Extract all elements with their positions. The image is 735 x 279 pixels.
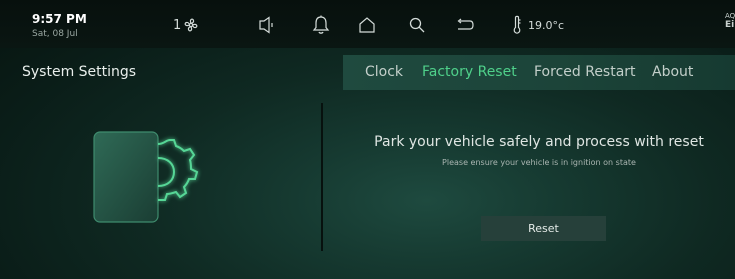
temperature-control[interactable]: 19.0°c — [512, 14, 564, 36]
clock-time: 9:57 PM — [32, 12, 87, 26]
tab-about[interactable]: About — [652, 64, 693, 80]
reset-illustration — [90, 126, 215, 230]
aqi-value: Ei — [725, 20, 735, 30]
reset-heading: Park your vehicle safely and process wit… — [374, 134, 704, 150]
notifications-button[interactable] — [312, 14, 330, 36]
clock-date: Sat, 08 Jul — [32, 29, 78, 39]
fan-level: 1 — [173, 17, 182, 33]
tab-forced-restart[interactable]: Forced Restart — [534, 64, 636, 80]
tab-clock[interactable]: Clock — [365, 64, 403, 80]
tab-factory-reset[interactable]: Factory Reset — [422, 64, 517, 80]
reset-subtext: Please ensure your vehicle is in ignitio… — [442, 158, 636, 167]
volume-button[interactable] — [258, 14, 278, 36]
reset-button[interactable]: Reset — [481, 216, 606, 241]
home-icon — [359, 17, 375, 33]
home-button[interactable] — [358, 14, 376, 36]
fan-control[interactable]: 1 — [173, 14, 199, 36]
aqi-indicator: AQ Ei — [725, 12, 735, 30]
panel-divider — [321, 103, 323, 251]
thermometer-icon — [513, 15, 521, 34]
search-icon — [409, 17, 425, 33]
page-title: System Settings — [22, 64, 137, 80]
volume-icon — [259, 16, 273, 34]
search-button[interactable] — [408, 14, 426, 36]
bell-icon — [312, 15, 330, 34]
settings-tab-bar: Clock Factory Reset Forced Restart About — [343, 55, 735, 90]
recirculation-button[interactable] — [455, 14, 475, 36]
gear-icon — [93, 131, 199, 223]
loop-icon — [457, 18, 474, 30]
temperature-value: 19.0°c — [528, 18, 565, 32]
status-bar: 9:57 PM Sat, 08 Jul 1 19.0°c AQ Ei — [0, 0, 735, 48]
fan-icon — [184, 18, 198, 32]
